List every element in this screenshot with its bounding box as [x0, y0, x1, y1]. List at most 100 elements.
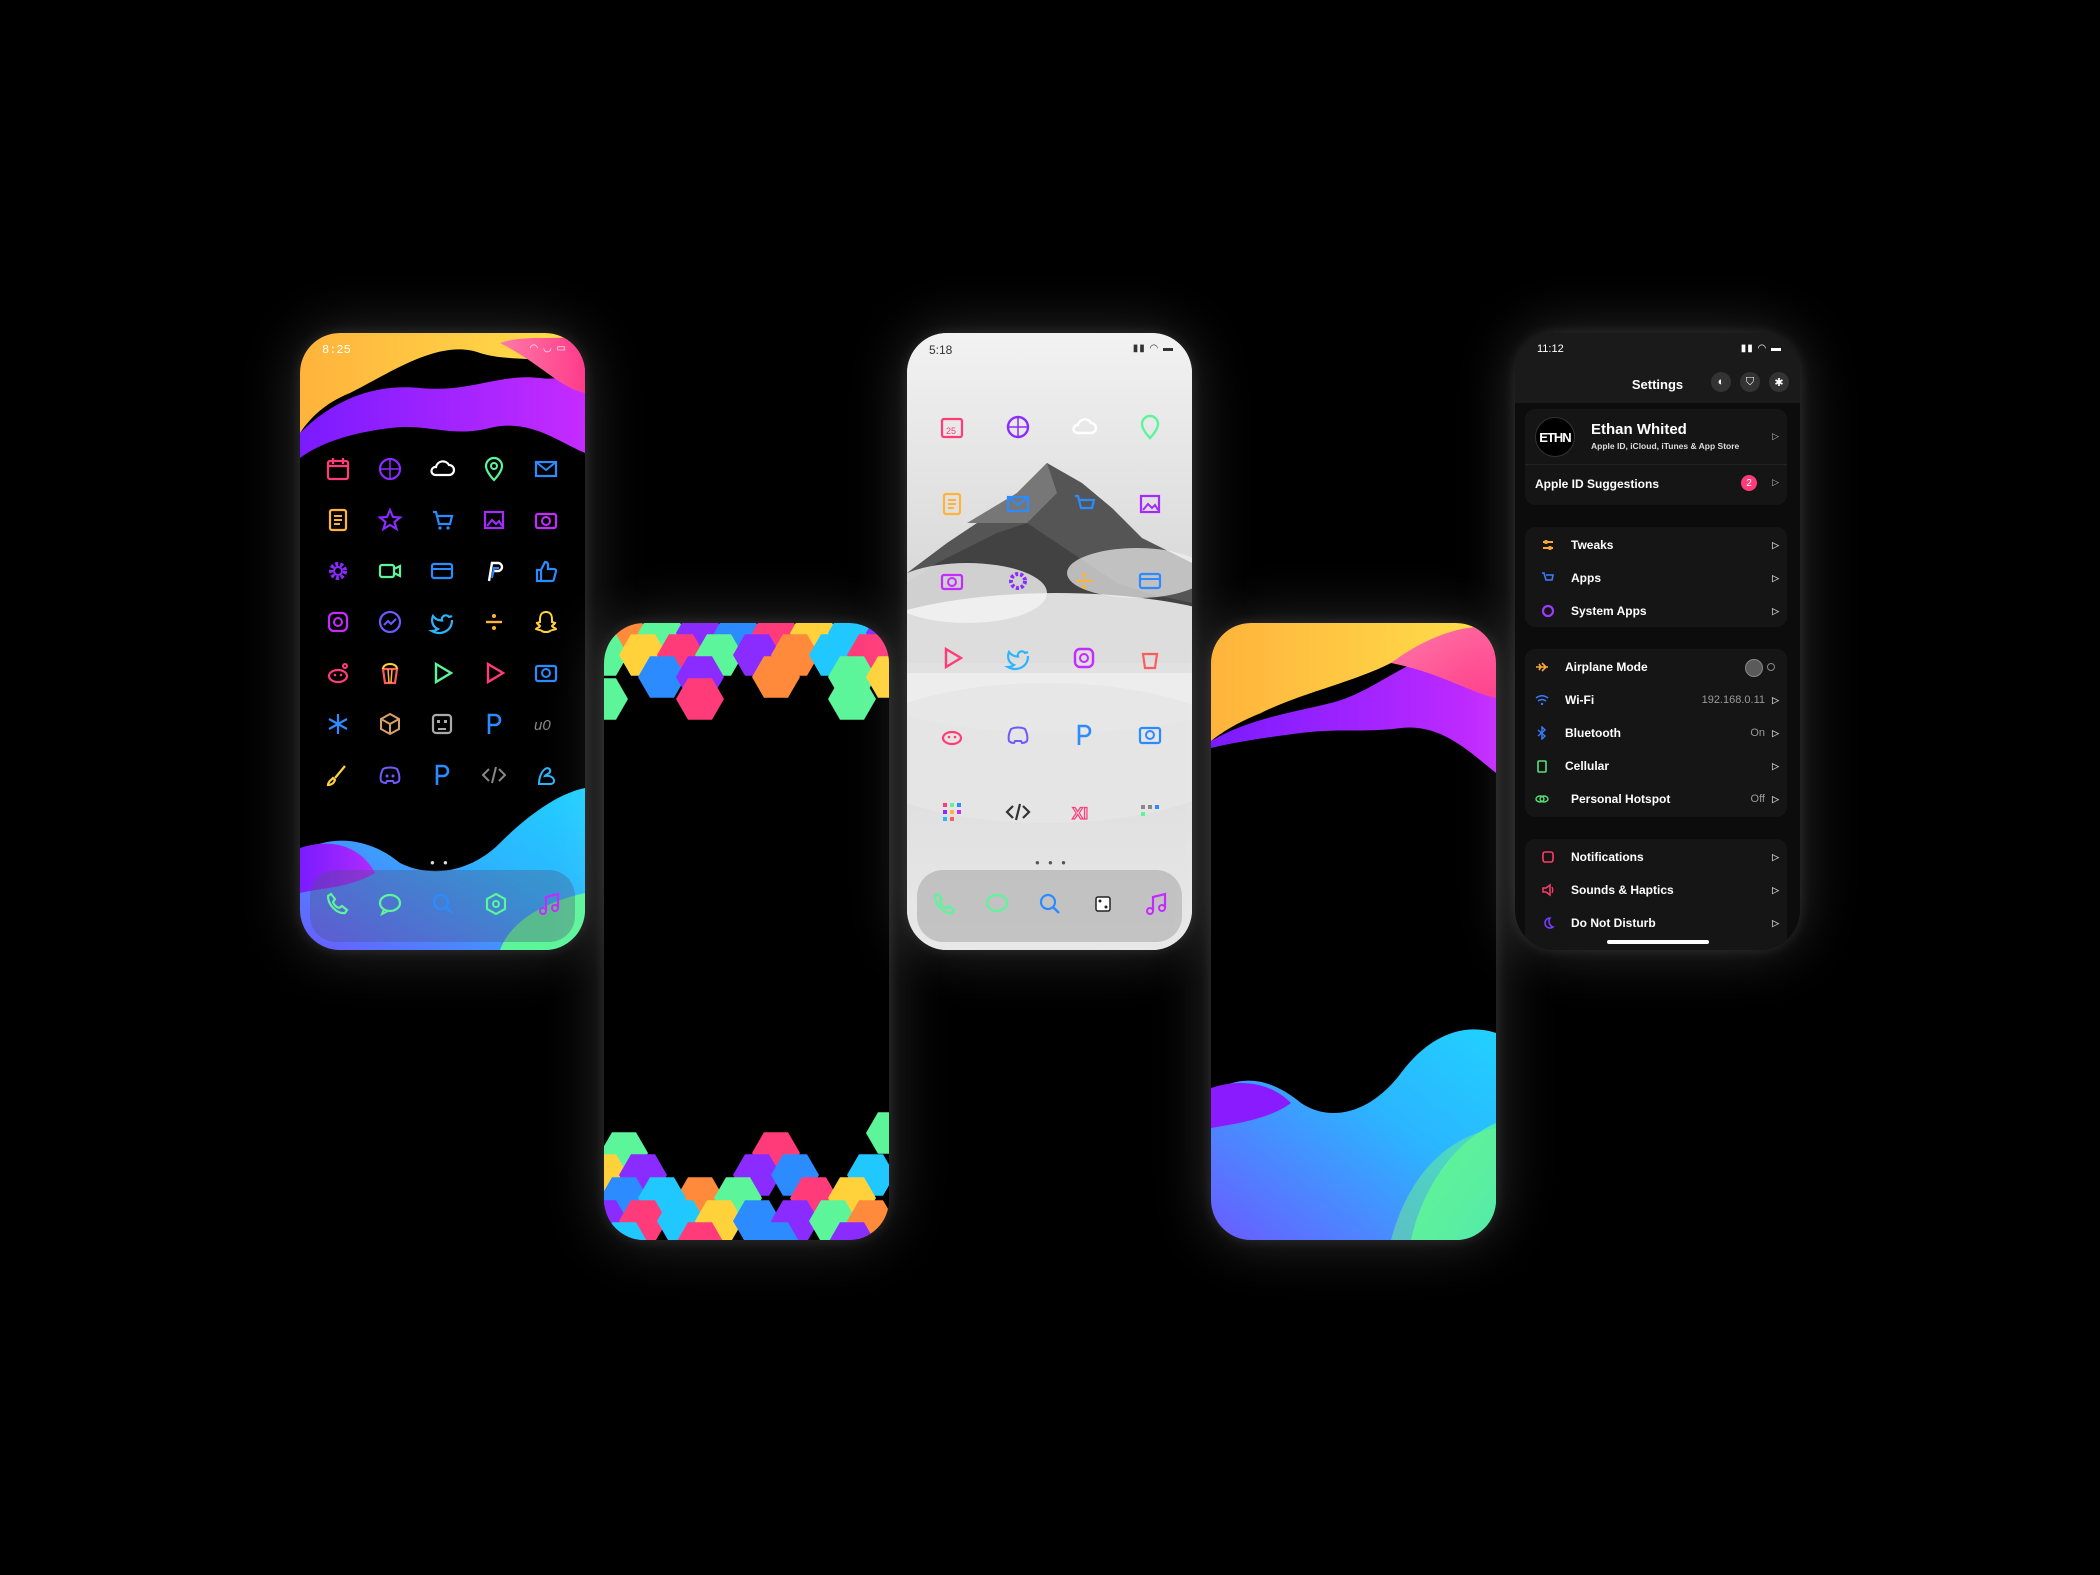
settings-row-personal-hotspot[interactable]: Personal Hotspot Off ▷ [1525, 783, 1787, 815]
folder-2-app-icon[interactable] [1117, 773, 1183, 850]
hotspot-icon [1535, 792, 1549, 806]
discord-app-icon[interactable] [364, 749, 416, 800]
phone-dock-icon[interactable] [322, 889, 352, 924]
camera-app-icon[interactable] [919, 542, 985, 619]
appearance-icon[interactable]: ◐ [1711, 372, 1731, 392]
music-dock-icon[interactable] [1141, 889, 1171, 924]
chevron-right-icon: ▷ [1772, 539, 1779, 550]
screenshot-app-icon[interactable] [520, 647, 572, 698]
box-app-icon[interactable] [364, 698, 416, 749]
calculator-app-icon[interactable] [468, 596, 520, 647]
settings-row-sounds-haptics[interactable]: Sounds & Haptics ▷ [1525, 874, 1787, 906]
pandora-app-icon[interactable] [468, 698, 520, 749]
wave-wallpaper-preview [1211, 623, 1496, 1240]
system-apps-icon [1541, 604, 1555, 618]
messenger-app-icon[interactable] [364, 596, 416, 647]
screenshot-app-icon[interactable] [1117, 696, 1183, 773]
settings-row-apps[interactable]: Apps ▷ [1525, 562, 1787, 594]
maps-app-icon[interactable] [468, 443, 520, 494]
mail-app-icon[interactable] [520, 443, 572, 494]
calendar-app-icon[interactable] [312, 443, 364, 494]
star-app-icon[interactable] [364, 494, 416, 545]
paypal-app-icon[interactable] [468, 545, 520, 596]
camera-app-icon[interactable] [520, 494, 572, 545]
notes-app-icon[interactable] [312, 494, 364, 545]
instagram-app-icon[interactable] [1051, 619, 1117, 696]
cards-dock-icon[interactable] [1088, 889, 1118, 924]
settings-row-system-apps[interactable]: System Apps ▷ [1525, 595, 1787, 627]
messages-dock-icon[interactable] [982, 889, 1012, 924]
home-indicator[interactable] [1607, 940, 1709, 944]
settings-row-do-not-disturb[interactable]: Do Not Disturb ▷ [1525, 907, 1787, 939]
paypal-p-app-icon[interactable] [1051, 696, 1117, 773]
thumbs-up-app-icon[interactable] [520, 545, 572, 596]
wallet-app-icon[interactable] [416, 545, 468, 596]
u0-app-icon[interactable]: u0 [520, 698, 572, 749]
paypal-p-app-icon[interactable] [416, 749, 468, 800]
folder-app-icon[interactable] [919, 773, 985, 850]
popcorn-app-icon[interactable] [1117, 619, 1183, 696]
shield-icon[interactable]: ⛉ [1740, 372, 1760, 392]
photos-app-icon[interactable] [1117, 465, 1183, 542]
photos-app-icon[interactable] [468, 494, 520, 545]
reddit-app-icon[interactable] [919, 696, 985, 773]
notes-app-icon[interactable] [919, 465, 985, 542]
twitter-app-icon[interactable] [416, 596, 468, 647]
chevron-right-icon: ▷ [1772, 884, 1779, 895]
settings-row-wifi[interactable]: Wi-Fi 192.168.0.11 ▷ [1525, 684, 1787, 716]
asterisk-icon[interactable]: ✱ [1769, 372, 1789, 392]
settings-gear-app-icon[interactable] [312, 545, 364, 596]
profile-card[interactable]: ETHN Ethan Whited Apple ID, iCloud, iTun… [1525, 409, 1787, 505]
status-icons: ▮▮ ◠ ▬ [1132, 343, 1174, 354]
status-icons: ◠ ◡ ▭ [529, 343, 567, 354]
weather-app-icon[interactable] [1051, 388, 1117, 465]
search-dock-icon[interactable] [1035, 889, 1065, 924]
apple-id-suggestions-label[interactable]: Apple ID Suggestions [1535, 477, 1659, 491]
notification-badge: 2 [1741, 475, 1757, 491]
instagram-app-icon[interactable] [312, 596, 364, 647]
calculator-app-icon[interactable] [1051, 542, 1117, 619]
cydia-dock-icon[interactable] [481, 889, 511, 924]
wallet-app-icon[interactable] [1117, 542, 1183, 619]
reddit-app-icon[interactable] [312, 647, 364, 698]
divider [1525, 464, 1787, 465]
snowflake-app-icon[interactable] [312, 698, 364, 749]
code-app-icon[interactable] [468, 749, 520, 800]
safari-app-icon[interactable] [364, 443, 416, 494]
settings-row-bluetooth[interactable]: Bluetooth On ▷ [1525, 717, 1787, 749]
phone-dock-icon[interactable] [929, 889, 959, 924]
video-play-app-icon[interactable] [919, 619, 985, 696]
calendar-app-icon[interactable]: 25 [919, 388, 985, 465]
page-indicator[interactable]: ● ● [430, 858, 451, 867]
twitter-app-icon[interactable] [985, 619, 1051, 696]
discord-app-icon[interactable] [985, 696, 1051, 773]
code-app-icon[interactable] [985, 773, 1051, 850]
search-dock-icon[interactable] [428, 889, 458, 924]
maps-app-icon[interactable] [1117, 388, 1183, 465]
messages-dock-icon[interactable] [375, 889, 405, 924]
facetime-app-icon[interactable] [364, 545, 416, 596]
safari-app-icon[interactable] [985, 388, 1051, 465]
fitness-app-icon[interactable] [520, 749, 572, 800]
face-app-icon[interactable] [416, 698, 468, 749]
snapchat-app-icon[interactable] [520, 596, 572, 647]
mail-app-icon[interactable] [985, 465, 1051, 542]
play-store-app-icon[interactable] [416, 647, 468, 698]
settings-row-cellular[interactable]: Cellular ▷ [1525, 750, 1787, 782]
weather-app-icon[interactable] [416, 443, 468, 494]
airplane-mode-toggle[interactable] [1745, 659, 1775, 677]
settings-row-tweaks[interactable]: Tweaks ▷ [1525, 529, 1787, 561]
xi-app-icon[interactable]: XI [1051, 773, 1117, 850]
settings-gear-app-icon[interactable] [985, 542, 1051, 619]
music-dock-icon[interactable] [534, 889, 564, 924]
page-indicator[interactable]: ● ● ● [1035, 858, 1069, 867]
appstore-app-icon[interactable] [416, 494, 468, 545]
video-play-app-icon[interactable] [468, 647, 520, 698]
settings-row-notifications[interactable]: Notifications ▷ [1525, 841, 1787, 873]
popcorn-app-icon[interactable] [364, 647, 416, 698]
appstore-app-icon[interactable] [1051, 465, 1117, 542]
settings-row-airplane-mode[interactable]: Airplane Mode [1525, 651, 1787, 683]
notifications-icon [1541, 850, 1555, 864]
paintbrush-app-icon[interactable] [312, 749, 364, 800]
status-time: 5:18 [929, 343, 953, 357]
